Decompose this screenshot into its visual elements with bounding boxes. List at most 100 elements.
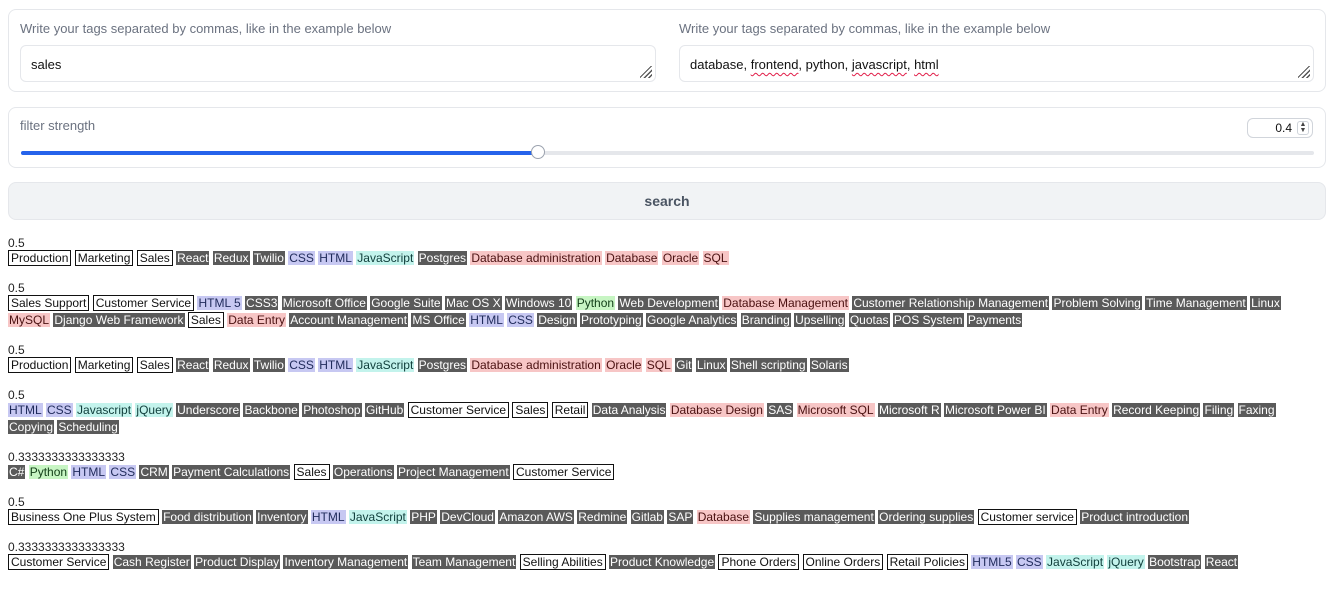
- resize-grip-icon[interactable]: [1298, 66, 1310, 78]
- tag-chip: Customer Service: [513, 464, 615, 480]
- tag-chip: Time Management: [1145, 296, 1247, 310]
- tag-chip: Google Suite: [370, 296, 442, 310]
- tag-chip: Project Management: [396, 465, 510, 479]
- tag-chip: HTML: [469, 313, 504, 327]
- tag-chip: Retail: [551, 402, 589, 418]
- tag-chip: Food distribution: [162, 510, 253, 524]
- tag-chip: PHP: [410, 510, 437, 524]
- tag-chip: Git: [675, 358, 693, 372]
- tag-chip: Solaris: [809, 358, 849, 372]
- result-score: 0.3333333333333333: [8, 540, 125, 554]
- left-tags-input[interactable]: sales: [20, 45, 656, 82]
- tag-chip: Design: [537, 313, 577, 327]
- tag-chip: Cash Register: [112, 555, 191, 569]
- tag-chip: React: [176, 251, 210, 265]
- result-item: 0.5 Production Marketing Sales React Redu…: [8, 344, 1318, 374]
- tag-chip: MS Office: [411, 313, 466, 327]
- tag-chip: Payments: [966, 313, 1023, 327]
- filter-strength-slider[interactable]: [21, 145, 1314, 159]
- resize-grip-icon[interactable]: [640, 66, 652, 78]
- tag-chip: Product Knowledge: [609, 555, 716, 569]
- result-score: 0.5: [8, 281, 25, 295]
- tag-chip: Backbone: [243, 403, 299, 417]
- tag-chip: Redux: [212, 358, 250, 372]
- slider-thumb[interactable]: [531, 145, 546, 159]
- tag-chip: Python: [28, 465, 69, 479]
- spinner-arrows-icon[interactable]: ▲ ▼: [1297, 121, 1309, 135]
- result-tags: C# Python HTML CSS CRM Payment Calculati…: [8, 464, 1308, 481]
- result-score: 0.5: [8, 388, 25, 402]
- tag-chip: Upselling: [794, 313, 846, 327]
- right-tags-value-part: javascript: [851, 57, 907, 72]
- tag-chip: Web Development: [618, 296, 719, 310]
- tag-chip: Supplies management: [753, 510, 875, 524]
- tag-chip: Faxing: [1237, 403, 1276, 417]
- right-tags-input[interactable]: database, frontend, python, javascript, …: [679, 45, 1314, 82]
- tag-chip: Ordering supplies: [878, 510, 975, 524]
- tag-chip: Django Web Framework: [53, 313, 185, 327]
- tag-chip: Branding: [740, 313, 791, 327]
- result-item: 0.5 Sales Support Customer Service HTML 5…: [8, 282, 1318, 329]
- tag-chip: Product Display: [194, 555, 281, 569]
- tag-chip: Inventory Management: [283, 555, 409, 569]
- tag-chip: Database: [605, 251, 659, 265]
- result-item: 0.5 Production Marketing Sales React Redu…: [8, 237, 1318, 267]
- tag-chip: Oracle: [661, 251, 700, 265]
- tag-chip: Photoshop: [302, 403, 362, 417]
- tag-chip: Data Entry: [1050, 403, 1109, 417]
- tag-chip: HTML5: [971, 555, 1013, 569]
- right-tags-value: database, frontend, python, javascript, …: [690, 57, 939, 72]
- tag-inputs-panel: Write your tags separated by commas, lik…: [8, 9, 1326, 92]
- tag-chip: Customer Service: [407, 402, 510, 418]
- tag-chip: Redmine: [577, 510, 628, 524]
- tag-chip: Customer Service: [92, 295, 195, 311]
- right-tags-value-part: html: [914, 57, 939, 72]
- tag-chip: Team Management: [411, 555, 517, 569]
- tag-chip: POS System: [892, 313, 964, 327]
- tag-chip: Microsoft Office: [281, 296, 367, 310]
- tag-chip: Google Analytics: [646, 313, 738, 327]
- result-tags: Business One Plus System Food distributi…: [8, 509, 1308, 526]
- tag-chip: Copying: [8, 420, 55, 434]
- tag-chip: CSS: [288, 358, 315, 372]
- tag-chip: HTML: [318, 358, 353, 372]
- tag-chip: Sales: [187, 312, 224, 328]
- slider-fill: [21, 151, 539, 155]
- tag-chip: HTML: [8, 403, 43, 417]
- tag-chip: CSS: [46, 403, 73, 417]
- tag-chip: C#: [8, 465, 26, 479]
- tag-chip: Mac OS X: [444, 296, 502, 310]
- result-tags: Production Marketing Sales React Redux T…: [8, 357, 1308, 374]
- tag-chip: Payment Calculations: [172, 465, 291, 479]
- tag-chip: Production: [8, 357, 72, 373]
- tag-chip: HTML: [71, 465, 107, 479]
- tag-chip: Gitlab: [630, 510, 664, 524]
- tag-chip: HTML: [310, 510, 346, 524]
- tag-chip: Microsoft SQL: [796, 403, 875, 417]
- tag-chip: SAS: [767, 403, 794, 417]
- tag-chip: Phone Orders: [718, 554, 800, 570]
- tag-chip: Postgres: [417, 251, 467, 265]
- left-tags-label: Write your tags separated by commas, lik…: [20, 21, 392, 36]
- tag-chip: Postgres: [417, 358, 467, 372]
- tag-chip: JavaScript: [1046, 555, 1105, 569]
- tag-chip: React: [176, 358, 210, 372]
- tag-chip: jQuery: [1107, 555, 1145, 569]
- tag-chip: React: [1204, 555, 1239, 569]
- results-list: 0.5 Production Marketing Sales React Redu…: [8, 237, 1318, 586]
- tag-chip: Sales: [136, 357, 173, 373]
- result-tags: HTML CSS Javascript jQuery Underscore Ba…: [8, 402, 1308, 436]
- tag-chip: CSS: [109, 465, 137, 479]
- tag-chip: Customer service: [977, 509, 1077, 525]
- result-tags: Sales Support Customer Service HTML 5 CS…: [8, 295, 1308, 329]
- filter-strength-number-input[interactable]: 0.4 ▲ ▼: [1247, 118, 1313, 138]
- tag-chip: Database administration: [470, 251, 602, 265]
- search-button[interactable]: search: [8, 182, 1326, 220]
- tag-chip: Operations: [332, 465, 394, 479]
- result-item: 0.5 Business One Plus System Food distrib…: [8, 496, 1318, 526]
- tag-chip: Sales Support: [8, 295, 90, 311]
- tag-chip: Record Keeping: [1112, 403, 1201, 417]
- tag-chip: Product introduction: [1080, 510, 1190, 524]
- filter-strength-label: filter strength: [20, 118, 96, 133]
- tag-chip: Customer Relationship Management: [852, 296, 1050, 310]
